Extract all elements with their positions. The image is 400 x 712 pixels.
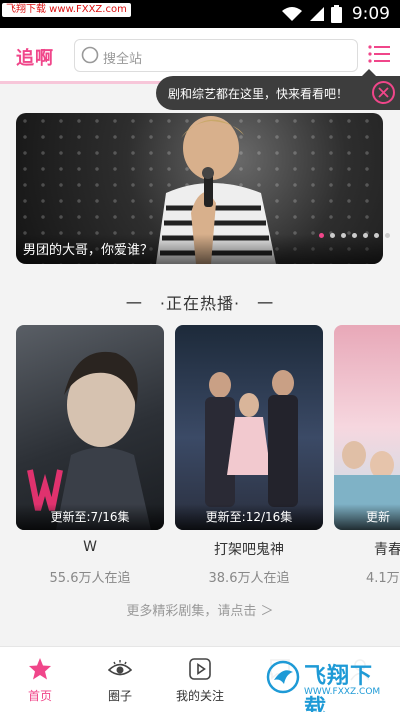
poster-image [27,351,151,530]
pager-dot[interactable] [352,233,357,238]
card-title: W [83,539,97,555]
banner-pager [319,233,390,238]
nav-label: 圈子 [107,689,132,703]
nav-label: 首页 [27,689,52,703]
pager-dot[interactable] [341,233,346,238]
status-icons: 9:09 [281,4,390,24]
drama-card[interactable]: 更新 青春 4.1万 [334,325,400,585]
card-followers: 38.6万人在追 [208,571,290,586]
nav-item-following[interactable]: 我的关注 [160,647,240,712]
poster-image [205,370,298,507]
play-square-icon [189,658,211,680]
card-followers: 4.1万 [366,571,400,585]
banner-carousel[interactable]: 男团的大哥，你爱谁？ [16,113,383,264]
card-title: 打架吧鬼神 [214,542,284,558]
card-update: 更新至:7/16集 [50,510,130,524]
drama-poster: 更新至:12/16集 [175,325,323,530]
eye-icon [108,660,132,676]
hint-tooltip: 剧和综艺都在这里，快来看看吧！ [156,69,400,110]
drama-poster: 更新至:7/16集 [16,325,164,530]
pager-dot[interactable] [374,233,379,238]
search-placeholder: 搜全站 [103,52,143,67]
drama-card[interactable]: 更新至:7/16集 W 55.6万人在追 [16,325,164,586]
tooltip-arrow [362,69,376,76]
menu-icon[interactable] [368,44,390,64]
star-icon [29,658,51,680]
drama-card[interactable]: 更新至:12/16集 打架吧鬼神 38.6万人在追 [175,325,323,586]
card-followers: 55.6万人在追 [49,571,131,586]
search-input[interactable]: 搜全站 [74,39,358,72]
tooltip-text: 剧和综艺都在这里，快来看看吧！ [168,87,349,101]
card-update: 更新 [366,510,391,524]
app-logo[interactable]: 追啊 [16,44,54,70]
drama-poster: 更新 [334,325,400,530]
status-bar: 飞翔下载 www.FXXZ.com 9:09 [0,0,400,28]
battery-icon [330,5,342,23]
card-update-bar: 更新至:7/16集 [16,504,164,530]
search-icon [81,46,99,64]
signal-icon [309,7,324,21]
banner-caption: 男团的大哥，你爱谁？ [23,243,154,258]
bird-logo-icon [266,660,300,694]
status-time: 9:09 [351,4,390,24]
site-badge-url: WWW.FXXZ.COM [304,687,381,697]
watermark-label: 飞翔下载 www.FXXZ.com [2,3,131,17]
nav-label: 我的关注 [175,689,224,703]
more-dramas-link[interactable]: 更多精彩剧集，请点击 ＞ [0,600,400,619]
nav-item-home[interactable]: 首页 [0,647,80,712]
banner-caption-bar: 男团的大哥，你爱谁？ [16,234,383,264]
card-update: 更新至:12/16集 [205,510,293,524]
close-icon [378,87,389,98]
pager-dot[interactable] [363,233,368,238]
pager-dot[interactable] [385,233,390,238]
tooltip-close-button[interactable] [372,81,395,104]
section-title: 一 ·正在热播· 一 [125,294,275,313]
site-badge-title: 飞翔下载 [304,664,374,712]
pager-dot[interactable] [319,233,324,238]
poster-image [334,441,400,530]
nav-item-circle[interactable]: 圈子 [80,647,160,712]
wifi-icon [281,7,302,21]
card-title: 青春 [374,542,400,558]
pager-dot[interactable] [330,233,335,238]
card-update-bar: 更新 [334,504,400,530]
site-watermark-badge: 飞翔下载 WWW.FXXZ.COM [262,654,394,712]
card-update-bar: 更新至:12/16集 [175,504,323,530]
